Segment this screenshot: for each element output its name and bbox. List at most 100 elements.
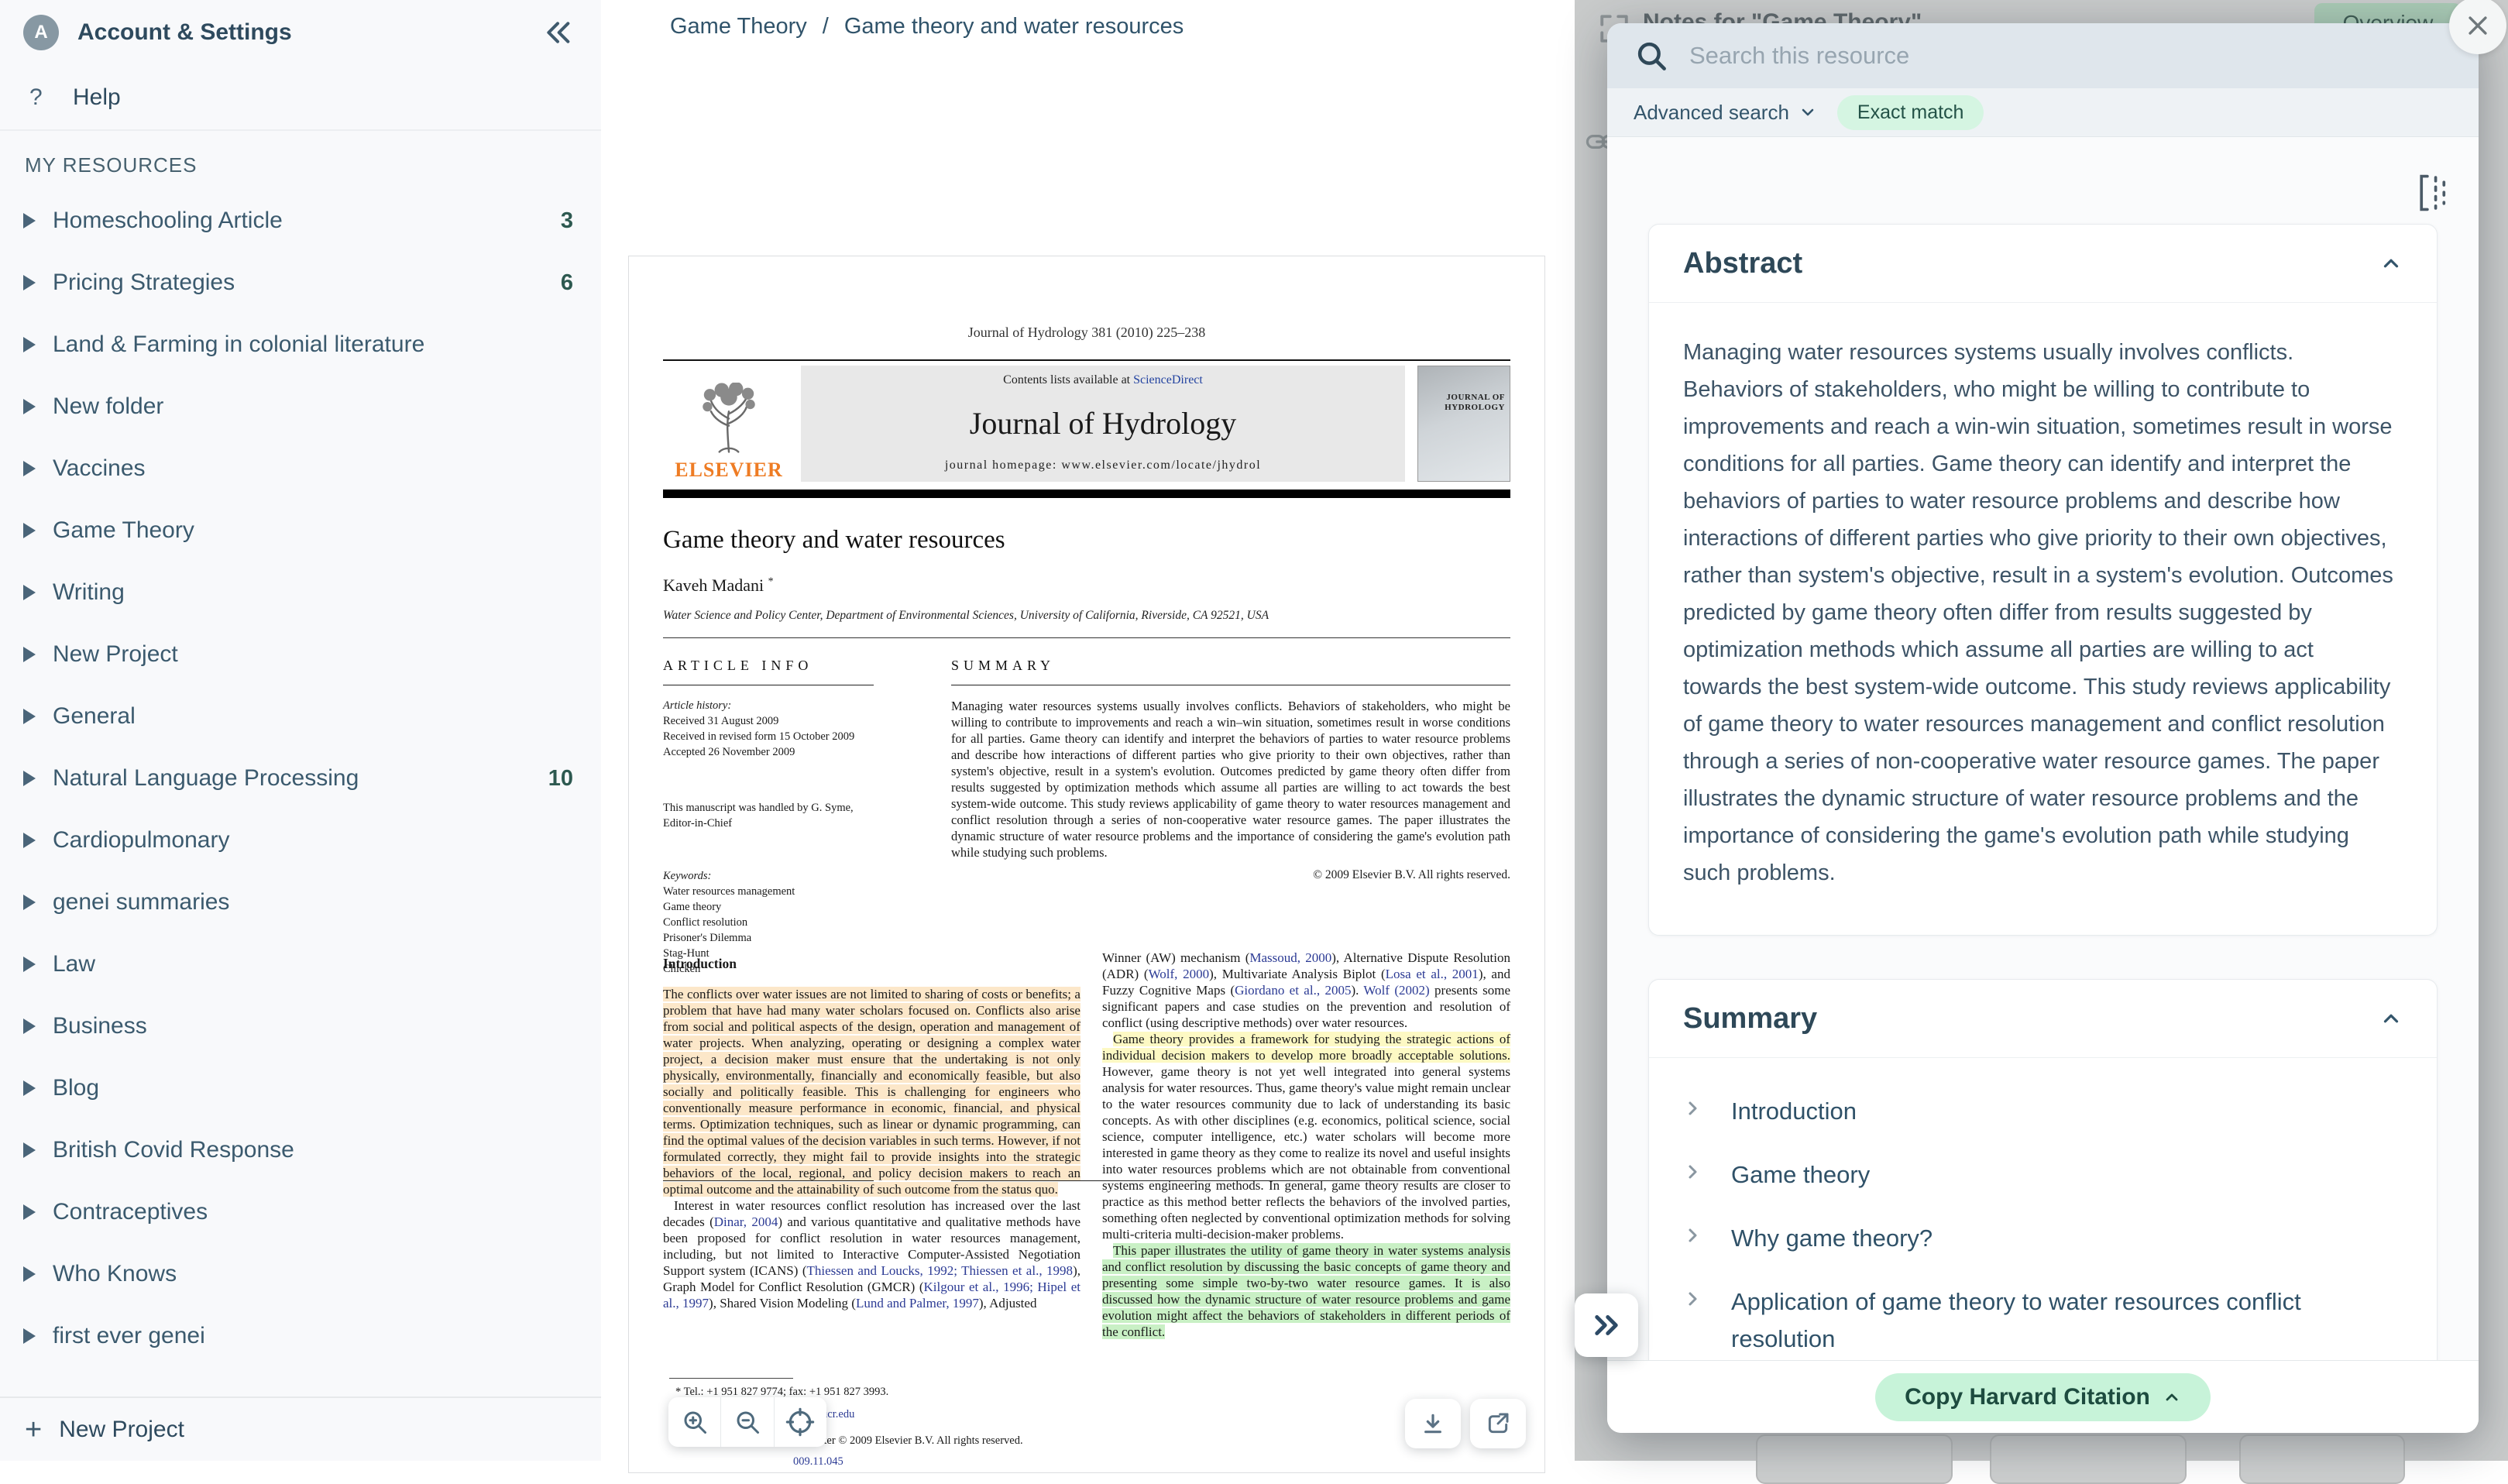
pdf-rule — [663, 637, 1510, 638]
triangle-right-icon[interactable] — [23, 1328, 36, 1344]
abstract-title: Abstract — [1683, 247, 1802, 280]
body-paragraph-yellow-highlight: Game theory provides a framework for stu… — [1102, 1031, 1510, 1242]
zoom-in-button[interactable] — [668, 1397, 720, 1447]
chevron-right-icon — [1683, 1163, 1702, 1181]
copy-citation-label: Copy Harvard Citation — [1905, 1384, 2150, 1410]
resource-label: Business — [53, 1013, 573, 1039]
sidebar-resource-item[interactable]: Game Theory — [0, 500, 601, 562]
summary-section-item[interactable]: Game theory — [1683, 1143, 2403, 1207]
magnifier-plus-icon — [681, 1408, 709, 1436]
introduction-heading: Introduction — [663, 956, 1081, 972]
sidebar-resource-item[interactable]: Homeschooling Article 3 — [0, 190, 601, 252]
search-input[interactable] — [1688, 41, 2451, 70]
sidebar-resource-item[interactable]: first ever genei — [0, 1305, 601, 1367]
citation-marker-icon[interactable] — [2417, 173, 2448, 213]
summary-card-header[interactable]: Summary — [1649, 980, 2437, 1058]
sidebar-resource-item[interactable]: Blog — [0, 1057, 601, 1119]
advanced-search-label: Advanced search — [1634, 101, 1789, 125]
copy-harvard-citation-button[interactable]: Copy Harvard Citation — [1875, 1373, 2211, 1421]
sidebar-resource-item[interactable]: Land & Farming in colonial literature — [0, 314, 601, 376]
triangle-right-icon[interactable] — [23, 1142, 36, 1158]
footnote-doi-fragment[interactable]: 009.11.045 — [793, 1455, 843, 1469]
sidebar-resource-item[interactable]: Vaccines — [0, 438, 601, 500]
sidebar-resource-item[interactable]: Cardiopulmonary — [0, 809, 601, 871]
breadcrumb-folder-link[interactable]: Game Theory — [670, 14, 807, 40]
triangle-right-icon[interactable] — [23, 771, 36, 786]
summary-item-label: Game theory — [1731, 1156, 1870, 1194]
triangle-right-icon[interactable] — [23, 957, 36, 972]
resource-label: New Project — [53, 641, 573, 668]
sidebar-resource-item[interactable]: genei summaries — [0, 871, 601, 933]
avatar: A — [23, 15, 59, 50]
triangle-right-icon[interactable] — [23, 585, 36, 600]
sidebar-resource-item[interactable]: New Project — [0, 623, 601, 685]
sidebar-resource-item[interactable]: Law — [0, 933, 601, 995]
triangle-right-icon[interactable] — [23, 275, 36, 290]
triangle-right-icon[interactable] — [23, 1019, 36, 1034]
pdf-running-head: Journal of Hydrology 381 (2010) 225–238 — [663, 325, 1510, 341]
account-settings-button[interactable]: A Account & Settings — [0, 0, 601, 65]
manuscript-note: This manuscript was handled by G. Syme, … — [663, 800, 874, 831]
sidebar-resource-item[interactable]: Who Knows — [0, 1243, 601, 1305]
triangle-right-icon[interactable] — [23, 461, 36, 476]
close-button[interactable] — [2449, 0, 2506, 54]
sidebar-resource-item[interactable]: Pricing Strategies 6 — [0, 252, 601, 314]
sidebar-resource-item[interactable]: Contraceptives — [0, 1181, 601, 1243]
triangle-right-icon[interactable] — [23, 1204, 36, 1220]
triangle-right-icon[interactable] — [23, 1080, 36, 1096]
help-button[interactable]: ? Help — [0, 70, 601, 125]
triangle-right-icon[interactable] — [23, 647, 36, 662]
summary-section-item[interactable]: Application of game theory to water reso… — [1683, 1270, 2403, 1361]
magnifier-minus-icon — [734, 1408, 761, 1436]
triangle-right-icon[interactable] — [23, 1266, 36, 1282]
contents-line: Contents lists available at ScienceDirec… — [1003, 373, 1203, 387]
summary-section-item[interactable]: Introduction — [1683, 1080, 2403, 1143]
triangle-right-icon[interactable] — [23, 399, 36, 414]
chevron-up-icon[interactable] — [2379, 252, 2403, 275]
collapse-sidebar-icon[interactable] — [542, 17, 573, 48]
body-right-column: Winner (AW) mechanism (Massoud, 2000), A… — [1102, 950, 1510, 1472]
sidebar-resource-item[interactable]: Natural Language Processing 10 — [0, 747, 601, 809]
new-project-button[interactable]: + New Project — [0, 1396, 601, 1461]
exact-match-toggle[interactable]: Exact match — [1837, 95, 1984, 130]
triangle-right-icon[interactable] — [23, 833, 36, 848]
sciencedirect-link[interactable]: ScienceDirect — [1133, 373, 1203, 386]
abstract-card-header[interactable]: Abstract — [1649, 225, 2437, 303]
sidebar-resource-item[interactable]: New folder — [0, 376, 601, 438]
fit-to-view-button[interactable] — [774, 1397, 826, 1447]
resource-label: genei summaries — [53, 889, 573, 915]
article-history-lines: Received 31 August 2009Received in revis… — [663, 713, 874, 760]
summary-section-item[interactable]: Why game theory? — [1683, 1207, 2403, 1270]
chevron-up-icon[interactable] — [2379, 1007, 2403, 1030]
body-paragraph-green-highlight: This paper illustrates the utility of ga… — [1102, 1242, 1510, 1340]
abstract-card: Abstract Managing water resources system… — [1648, 224, 2438, 936]
footnote-rights-fragment: t matter © 2009 Elsevier B.V. All rights… — [801, 1434, 1023, 1448]
help-label: Help — [73, 84, 121, 111]
triangle-right-icon[interactable] — [23, 895, 36, 910]
summary-item-label: Why game theory? — [1731, 1220, 1933, 1257]
download-button[interactable] — [1405, 1399, 1461, 1448]
sidebar-resource-item[interactable]: Writing — [0, 562, 601, 623]
sidebar-resource-item[interactable]: General — [0, 685, 601, 747]
triangle-right-icon[interactable] — [23, 337, 36, 352]
collapse-panel-button[interactable] — [1575, 1293, 1638, 1357]
triangle-right-icon[interactable] — [23, 523, 36, 538]
zoom-out-button[interactable] — [720, 1397, 773, 1447]
summary-heading: SUMMARY — [951, 658, 1510, 674]
resource-label: Homeschooling Article — [53, 208, 561, 234]
resource-label: General — [53, 703, 573, 730]
journal-homepage: journal homepage: www.elsevier.com/locat… — [945, 459, 1261, 472]
paper-affiliation: Water Science and Policy Center, Departm… — [663, 609, 1510, 623]
search-bar — [1607, 23, 2479, 88]
advanced-search-toggle[interactable]: Advanced search — [1634, 101, 1817, 125]
sidebar-resource-item[interactable]: British Covid Response — [0, 1119, 601, 1181]
triangle-right-icon[interactable] — [23, 709, 36, 724]
intro-paragraph-highlighted: The conflicts over water issues are not … — [663, 986, 1081, 1197]
breadcrumb-current-page[interactable]: Game theory and water resources — [844, 14, 1184, 40]
journal-title: Journal of Hydrology — [970, 405, 1236, 441]
share-icon — [1486, 1411, 1510, 1436]
pdf-rule — [663, 359, 1510, 361]
share-button[interactable] — [1470, 1399, 1526, 1448]
sidebar-resource-item[interactable]: Business — [0, 995, 601, 1057]
triangle-right-icon[interactable] — [23, 213, 36, 228]
